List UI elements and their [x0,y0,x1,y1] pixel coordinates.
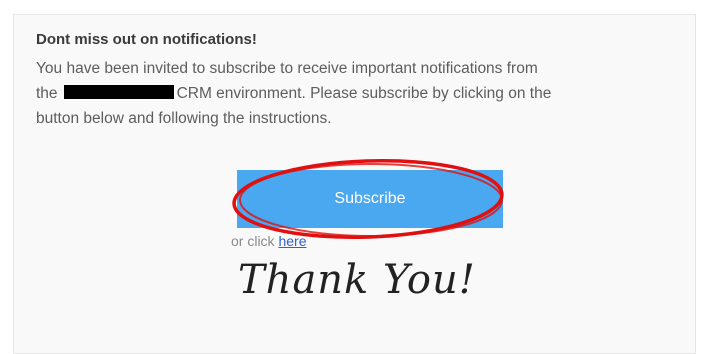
invitation-message: You have been invited to subscribe to re… [36,56,676,131]
message-line-3: button below and following the instructi… [36,110,332,127]
message-line-2-end: CRM environment. Please subscribe by cli… [176,85,552,102]
here-link[interactable]: here [278,233,306,249]
message-line-2: the CRM environment. Please subscribe by … [36,81,676,106]
subscribe-button[interactable]: Subscribe [237,170,503,228]
message-line-1: You have been invited to subscribe to re… [36,60,538,77]
notification-heading: Dont miss out on notifications! [36,31,257,48]
alternate-link-text: or click here [231,233,306,249]
or-click-label: or click [231,233,279,249]
message-line-2-start: the [36,85,58,102]
redacted-environment-name [63,85,174,99]
thank-you-signoff: Thank You! [238,257,476,303]
